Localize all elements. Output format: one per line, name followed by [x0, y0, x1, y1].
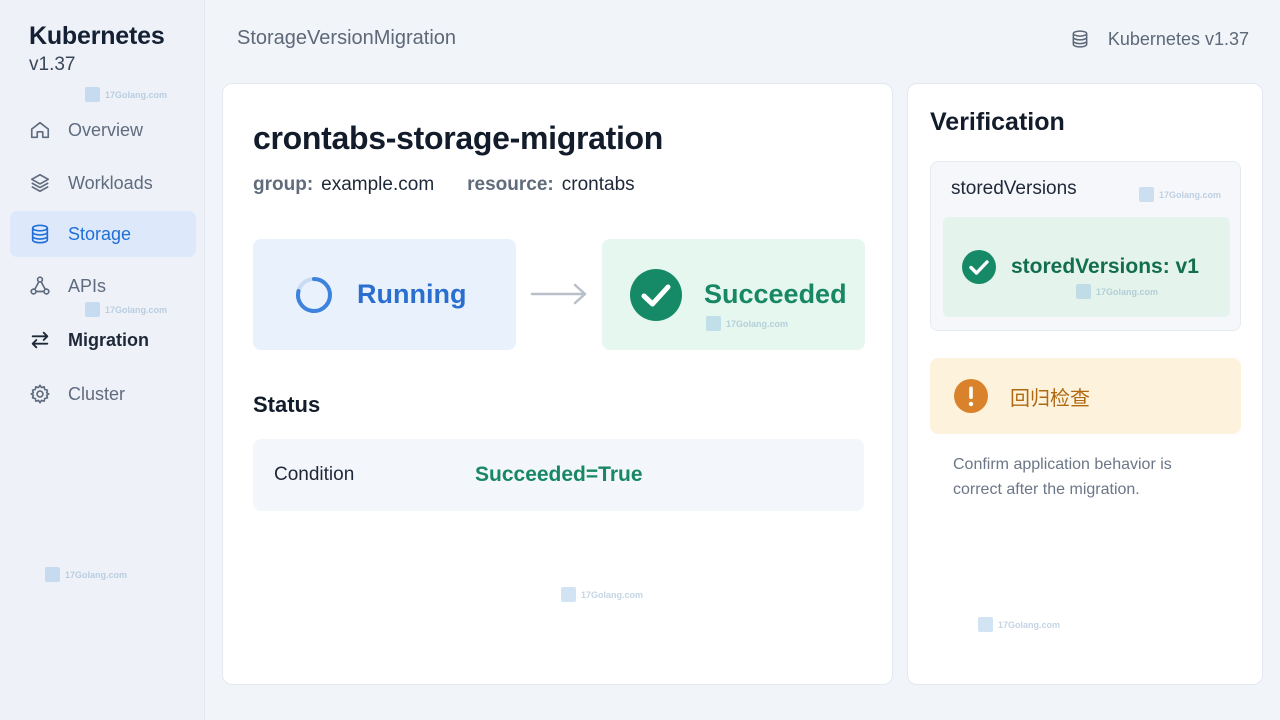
home-icon	[28, 118, 52, 142]
status-heading: Status	[253, 392, 321, 417]
phase-running-label: Running	[357, 279, 467, 309]
watermark: 17Golang.com	[1076, 284, 1158, 299]
sidebar-item-label: Workloads	[68, 172, 153, 193]
phase-succeeded: Succeeded	[602, 239, 865, 350]
stored-versions-header: storedVersions	[951, 178, 1077, 199]
watermark-logo-icon	[1139, 187, 1154, 202]
brand-version: v1.37	[29, 54, 76, 75]
group-key: group:	[253, 174, 314, 195]
brand: Kubernetes v1.37	[29, 22, 165, 78]
verification-panel: Verification storedVersions storedVersio…	[907, 83, 1263, 685]
arrow-right-icon	[530, 283, 587, 305]
watermark-logo-icon	[978, 617, 993, 632]
stored-versions-result: storedVersions: v1	[943, 217, 1230, 317]
watermark-logo-icon	[706, 316, 721, 331]
sidebar-item-storage[interactable]: Storage	[10, 211, 196, 257]
watermark: 17Golang.com	[1139, 187, 1221, 202]
swap-arrows-icon	[28, 328, 52, 352]
resource-field: resource: crontabs	[467, 174, 634, 196]
warning-icon	[954, 379, 988, 413]
watermark: 17Golang.com	[85, 302, 167, 317]
watermark: 17Golang.com	[561, 587, 643, 602]
sidebar-item-label: Overview	[68, 119, 144, 140]
check-circle-icon	[962, 250, 996, 284]
watermark: 17Golang.com	[45, 567, 127, 582]
watermark-logo-icon	[85, 87, 100, 102]
database-icon	[28, 222, 52, 246]
condition-row: Condition Succeeded=True	[253, 439, 864, 511]
verification-title: Verification	[930, 108, 1065, 136]
phase-succeeded-label: Succeeded	[704, 279, 847, 309]
watermark: 17Golang.com	[706, 316, 788, 331]
nodes-icon	[28, 274, 52, 298]
watermark-logo-icon	[561, 587, 576, 602]
watermark-logo-icon	[1076, 284, 1091, 299]
stored-versions-value: storedVersions: v1	[1011, 255, 1199, 278]
regression-check-title: 回归检查	[1010, 385, 1090, 410]
regression-check-alert: 回归检查	[930, 358, 1241, 434]
watermark-logo-icon	[85, 302, 100, 317]
group-field: group: example.com	[253, 174, 434, 196]
layers-icon	[28, 171, 52, 195]
watermark: 17Golang.com	[978, 617, 1060, 632]
gear-icon	[28, 382, 52, 406]
group-value: example.com	[321, 174, 435, 195]
sidebar: Kubernetes v1.37 Overview Workloads Stor…	[0, 0, 205, 720]
database-icon	[1070, 27, 1092, 51]
phase-running: Running	[253, 239, 516, 350]
check-circle-icon	[630, 268, 682, 321]
migration-detail-card: crontabs-storage-migration group: exampl…	[222, 83, 893, 685]
resource-key: resource:	[467, 174, 554, 195]
resource-value: crontabs	[561, 174, 635, 195]
sidebar-item-label: APIs	[68, 275, 107, 296]
cluster-version: Kubernetes v1.37	[1070, 27, 1249, 51]
watermark: 17Golang.com	[85, 87, 167, 102]
condition-label: Condition	[274, 464, 355, 485]
sidebar-item-migration[interactable]: Migration	[10, 317, 196, 363]
sidebar-item-label: Cluster	[68, 383, 126, 404]
sidebar-item-workloads[interactable]: Workloads	[10, 160, 196, 206]
page-title: StorageVersionMigration	[237, 27, 457, 49]
regression-check-note: Confirm application behavior is correct …	[953, 456, 1172, 498]
resource-name: crontabs-storage-migration	[253, 120, 664, 156]
spinner-icon	[293, 269, 335, 321]
sidebar-item-label: Migration	[68, 329, 149, 350]
brand-title: Kubernetes	[29, 22, 165, 50]
resource-meta: group: example.com resource: crontabs	[253, 174, 635, 196]
sidebar-item-overview[interactable]: Overview	[10, 107, 196, 153]
cluster-version-label: Kubernetes v1.37	[1107, 28, 1249, 49]
sidebar-item-cluster[interactable]: Cluster	[10, 371, 196, 417]
sidebar-item-label: Storage	[68, 223, 132, 244]
watermark-logo-icon	[45, 567, 60, 582]
condition-value: Succeeded=True	[475, 463, 643, 486]
